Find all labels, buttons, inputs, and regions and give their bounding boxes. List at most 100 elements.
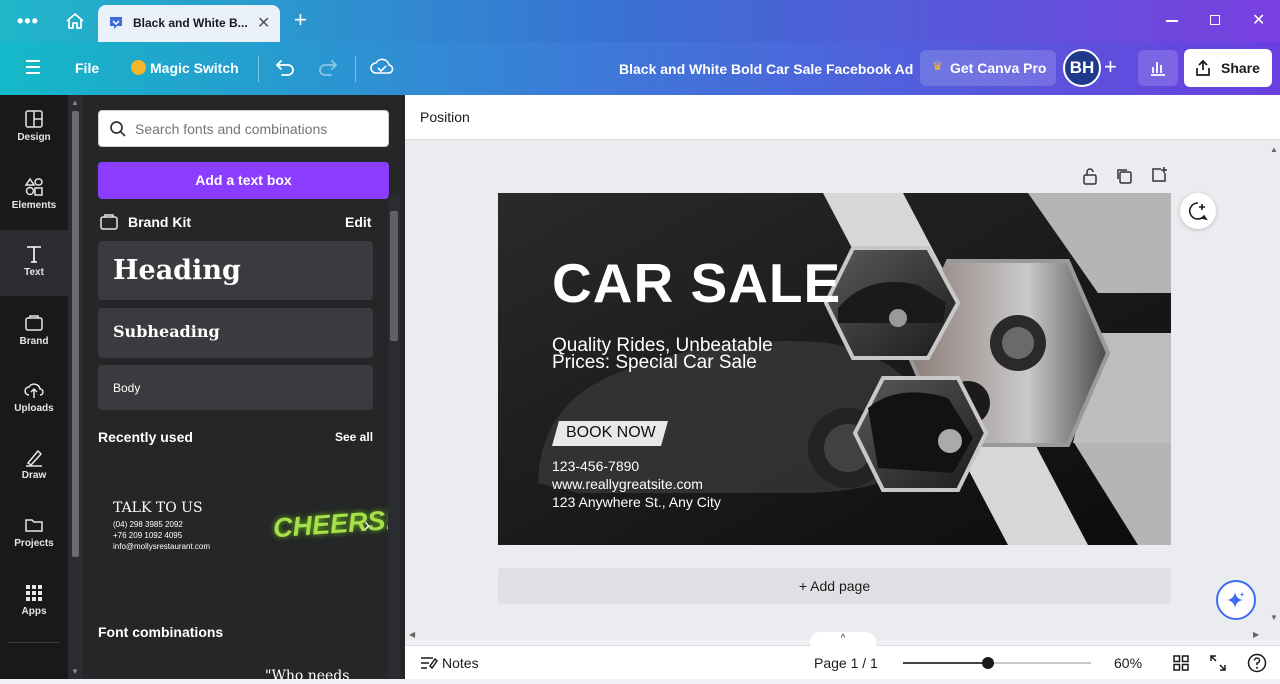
bottom-bar: ^ Notes Page 1 / 1 60%	[405, 632, 1280, 679]
redo-icon[interactable]	[317, 58, 339, 78]
scroll-thumb[interactable]	[72, 111, 79, 557]
close-window-icon[interactable]: ✕	[1252, 10, 1265, 30]
close-tab-icon[interactable]: ✕	[257, 13, 270, 33]
panel-scroll-thumb[interactable]	[390, 211, 398, 341]
rail-brand[interactable]: Brand	[0, 313, 68, 379]
file-menu[interactable]: File	[75, 58, 99, 78]
design-address[interactable]: 123 Anywhere St., Any City	[552, 494, 721, 510]
design-phone[interactable]: 123-456-7890	[552, 458, 639, 474]
body-style[interactable]: Body	[98, 365, 373, 410]
lock-icon[interactable]	[1082, 167, 1098, 185]
more-options-icon[interactable]: •••	[17, 12, 39, 30]
rail-design[interactable]: Design	[0, 109, 68, 175]
recent-template-talk-to-us[interactable]: TALK TO US (04) 298 3985 2092 +76 209 10…	[98, 490, 243, 565]
browser-tab-bar: ••• Black and White B... ✕ + ✕	[0, 0, 1280, 42]
add-comment-icon	[1189, 202, 1208, 221]
rail-uploads[interactable]: Uploads	[0, 380, 68, 446]
recent-template-cheers[interactable]: CHEERS!	[272, 505, 395, 544]
font-combination-preview[interactable]: "Who needs	[265, 668, 349, 684]
zoom-slider[interactable]	[903, 654, 1091, 672]
design-website[interactable]: www.reallygreatsite.com	[552, 476, 703, 492]
get-canva-pro-button[interactable]: ♛ Get Canva Pro	[920, 50, 1056, 86]
subheading-style[interactable]: Subheading	[98, 308, 373, 358]
search-icon	[110, 121, 126, 137]
notes-icon	[421, 657, 438, 670]
sparkle-icon	[1227, 592, 1245, 608]
rail-text[interactable]: Text	[0, 230, 68, 296]
projects-icon	[25, 519, 43, 532]
zoom-slider-thumb[interactable]	[982, 657, 995, 669]
magic-switch-button[interactable]: Magic Switch	[150, 58, 239, 78]
position-button[interactable]: Position	[420, 109, 470, 125]
elements-icon	[24, 177, 43, 196]
recent-title: TALK TO US	[113, 500, 203, 516]
recent-line-1: (04) 298 3985 2092	[113, 520, 183, 529]
invite-icon[interactable]: +	[1104, 54, 1117, 80]
menu-icon[interactable]	[26, 60, 40, 62]
recent-line-2: +76 209 1092 4095	[113, 531, 183, 540]
draw-icon	[26, 449, 43, 467]
rail-divider	[8, 642, 60, 643]
page-indicator[interactable]: Page 1 / 1	[814, 655, 878, 671]
bar-chart-icon	[1151, 62, 1165, 76]
insights-button[interactable]	[1138, 50, 1178, 86]
help-icon[interactable]	[1247, 653, 1267, 673]
zoom-level[interactable]: 60%	[1114, 655, 1142, 671]
editor-toolbar: File Magic Switch Black and White Bold C…	[0, 42, 1280, 95]
duplicate-page-icon[interactable]	[1115, 167, 1133, 185]
context-toolbar: Position	[405, 95, 1280, 140]
new-tab-icon[interactable]: +	[294, 8, 307, 32]
design-icon	[25, 110, 43, 128]
minimize-icon[interactable]	[1166, 20, 1178, 22]
chevron-right-icon[interactable]: ›	[364, 515, 370, 536]
zoom-slider-fill	[903, 662, 989, 664]
comment-button[interactable]	[1180, 193, 1216, 229]
rail-projects[interactable]: Projects	[0, 515, 68, 581]
search-input[interactable]	[135, 119, 380, 139]
crown-icon: ♛	[932, 59, 943, 73]
document-title[interactable]: Black and White Bold Car Sale Facebook A…	[619, 59, 913, 79]
undo-icon[interactable]	[274, 58, 296, 78]
design-headline[interactable]: CAR SALE	[552, 251, 841, 315]
page-up-chevron[interactable]: ^	[810, 632, 876, 646]
share-button[interactable]: Share	[1184, 49, 1272, 87]
browser-tab[interactable]: Black and White B... ✕	[98, 5, 280, 42]
brand-kit-icon	[100, 214, 118, 230]
notes-button[interactable]: Notes	[442, 655, 479, 671]
brand-icon	[25, 315, 43, 331]
add-text-box-button[interactable]: Add a text box	[98, 162, 389, 199]
scroll-up-arrow: ▲	[71, 98, 79, 107]
text-panel: Add a text box Brand Kit Edit Heading Su…	[83, 95, 405, 684]
scroll-down-arrow: ▼	[1270, 613, 1278, 622]
recently-used-heading: Recently used	[98, 429, 193, 445]
heading-style[interactable]: Heading	[98, 241, 373, 300]
canvas-vertical-scrollbar[interactable]: ▲ ▼	[1268, 140, 1280, 630]
share-icon	[1196, 59, 1210, 76]
toolbar-divider	[355, 56, 356, 82]
grid-view-icon[interactable]	[1173, 655, 1189, 671]
scroll-left-arrow: ◀	[409, 630, 416, 639]
see-all-link[interactable]: See all	[335, 430, 373, 444]
toolbar-divider	[258, 56, 259, 82]
restore-icon[interactable]	[1210, 15, 1220, 25]
brand-kit-edit-link[interactable]: Edit	[345, 214, 371, 230]
design-book-now-button[interactable]: BOOK NOW	[552, 421, 668, 446]
rail-apps[interactable]: Apps	[0, 583, 68, 649]
add-page-icon[interactable]	[1150, 166, 1168, 184]
avatar[interactable]: BH	[1063, 49, 1101, 87]
recent-line-3: info@mollysrestaurant.com	[113, 542, 211, 551]
add-page-bar[interactable]: + Add page	[498, 568, 1171, 604]
canva-tab-icon	[110, 17, 122, 29]
font-combinations-heading: Font combinations	[98, 624, 224, 640]
rail-draw[interactable]: Draw	[0, 447, 68, 513]
design-page[interactable]: CAR SALE Quality Rides, Unbeatable Price…	[498, 193, 1171, 545]
home-icon[interactable]	[65, 12, 85, 30]
magic-assistant-button[interactable]	[1216, 580, 1256, 620]
panel-scrollbar[interactable]	[388, 195, 400, 679]
design-subtitle-line-2[interactable]: Prices: Special Car Sale	[552, 352, 757, 374]
magic-switch-icon	[131, 60, 146, 75]
cloud-saved-icon[interactable]	[370, 57, 394, 77]
rail-scrollbar[interactable]: ▲ ▼	[68, 95, 83, 679]
fullscreen-icon[interactable]	[1210, 655, 1226, 671]
search-box[interactable]	[98, 110, 389, 147]
